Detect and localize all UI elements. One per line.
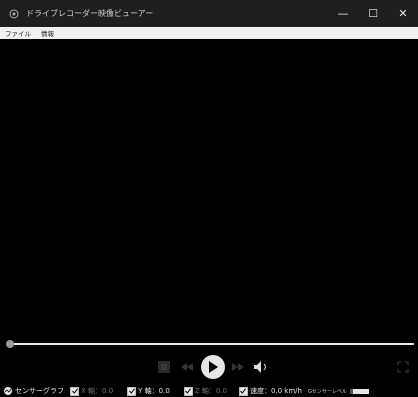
- y-axis-group: Y 軸：0.0: [127, 386, 170, 396]
- title-bar[interactable]: ドライブレコーダー映像ビューアー — ☐ ✕: [0, 0, 418, 27]
- close-button[interactable]: ✕: [388, 0, 418, 27]
- volume-button[interactable]: [252, 359, 272, 375]
- status-bar: センサーグラフ X 軸：0.0 Y 軸：0.0 Z 軸：0.0 速度：0.0 k…: [0, 385, 418, 397]
- skip-back-button[interactable]: [180, 361, 194, 373]
- y-axis-value: Y 軸：0.0: [138, 387, 170, 395]
- video-area[interactable]: [0, 39, 418, 335]
- fullscreen-icon: [397, 361, 409, 373]
- sensor-graph-label[interactable]: センサーグラフ: [15, 386, 64, 396]
- x-axis-checkbox[interactable]: [70, 386, 79, 396]
- seek-thumb[interactable]: [6, 340, 14, 348]
- g-sensor-level-toggle[interactable]: [349, 388, 369, 394]
- seek-bar[interactable]: [6, 340, 414, 348]
- x-axis-value: X 軸：0.0: [81, 387, 114, 395]
- play-button[interactable]: [201, 355, 225, 379]
- speed-group: 速度：0.0 km/h: [238, 386, 302, 396]
- menu-info[interactable]: 情報: [36, 28, 59, 38]
- stop-button[interactable]: [158, 361, 170, 373]
- sensor-graph-icon[interactable]: [4, 387, 12, 395]
- window-controls: — ☐ ✕: [328, 0, 418, 27]
- menu-bar: ファイル 情報: [0, 27, 418, 39]
- play-icon: [209, 361, 218, 373]
- speed-checkbox[interactable]: [238, 386, 248, 396]
- skip-forward-button[interactable]: [231, 361, 245, 373]
- menu-file[interactable]: ファイル: [0, 28, 36, 38]
- app-icon: [8, 8, 20, 20]
- fullscreen-button[interactable]: [396, 360, 410, 374]
- skip-back-icon: [181, 363, 193, 371]
- viewer-window: ドライブレコーダー映像ビューアー — ☐ ✕ ファイル 情報 センサーグラフ X…: [0, 0, 418, 397]
- stop-icon: [161, 364, 167, 370]
- seek-track[interactable]: [10, 343, 414, 345]
- skip-forward-icon: [232, 363, 244, 371]
- z-axis-value: Z 軸：0.0: [194, 387, 227, 395]
- playback-controls: [0, 352, 418, 382]
- y-axis-checkbox[interactable]: [127, 386, 137, 396]
- window-title: ドライブレコーダー映像ビューアー: [26, 9, 154, 18]
- x-axis-group: X 軸：0.0: [70, 386, 113, 396]
- speed-value: 速度：0.0 km/h: [249, 387, 302, 395]
- minimize-button[interactable]: —: [328, 0, 358, 27]
- g-sensor-label: Gセンサーレベル: [307, 388, 347, 395]
- speaker-icon: [254, 361, 266, 373]
- z-axis-group: Z 軸：0.0: [183, 386, 227, 396]
- maximize-button[interactable]: ☐: [358, 0, 388, 27]
- z-axis-checkbox[interactable]: [183, 386, 193, 396]
